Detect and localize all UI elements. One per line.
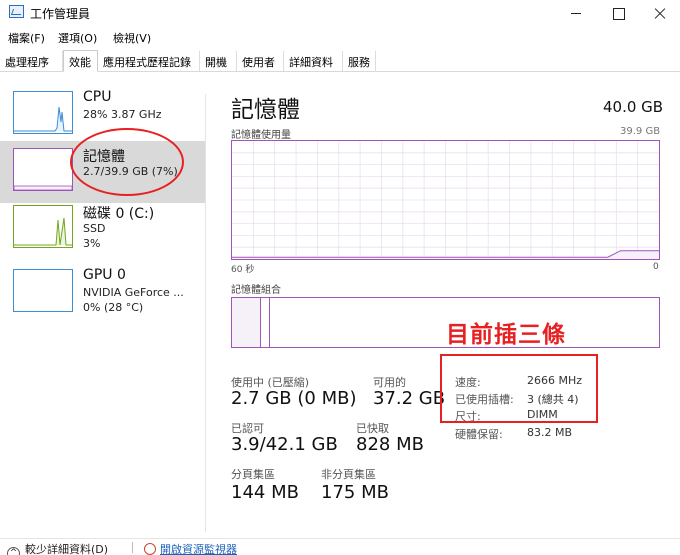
bottom-bar: ^ 較少詳細資料(D) 開啟資源監視器 <box>0 538 680 555</box>
resource-monitor-link[interactable]: 開啟資源監視器 <box>144 541 237 555</box>
cpu-mini-chart <box>14 106 72 132</box>
task-manager-icon <box>9 5 24 18</box>
memory-usage-label: 記憶體使用量 <box>231 130 291 141</box>
memory-composition-label: 記憶體組合 <box>231 285 281 296</box>
memory-total: 40.0 GB <box>603 98 664 116</box>
sidebar-item-title: 磁碟 0 (C:) <box>83 206 155 222</box>
memory-thumbnail-graph <box>13 148 73 191</box>
disk-mini-chart <box>14 217 72 246</box>
tab-app-history[interactable]: 應用程式歷程記錄 <box>98 51 200 71</box>
available-value: 37.2 GB <box>373 388 446 409</box>
resource-monitor-icon <box>144 543 156 555</box>
annotation-text: 目前插三條 <box>446 322 566 348</box>
memory-composition-modified <box>261 298 270 347</box>
sidebar-item-detail: NVIDIA GeForce ... <box>83 286 184 299</box>
performance-sidebar: CPU 28% 3.87 GHz 記憶體 2.7/39.9 GB (7%) 磁碟… <box>0 84 205 324</box>
maximize-button[interactable] <box>598 2 638 24</box>
menu-file[interactable]: 檔案(F) <box>8 30 45 46</box>
tab-startup[interactable]: 開機 <box>200 51 237 71</box>
sidebar-item-disk[interactable]: 磁碟 0 (C:) SSD 3% <box>0 198 205 260</box>
window-title: 工作管理員 <box>30 7 91 21</box>
menu-options[interactable]: 選項(O) <box>58 30 97 46</box>
panel-divider <box>205 94 206 532</box>
graph-time-label: 60 秒 <box>231 265 255 275</box>
tab-details[interactable]: 詳細資料 <box>284 51 343 71</box>
memory-usage-graph <box>231 140 660 260</box>
resource-monitor-label: 開啟資源監視器 <box>160 543 237 555</box>
sidebar-item-detail: 28% 3.87 GHz <box>83 108 162 121</box>
disk-thumbnail-graph <box>13 205 73 248</box>
sidebar-item-gpu[interactable]: GPU 0 NVIDIA GeForce ... 0% (28 °C) <box>0 262 205 324</box>
sidebar-item-detail-secondary: 0% (28 °C) <box>83 301 144 314</box>
sidebar-item-detail-secondary: 3% <box>83 237 101 250</box>
paged-pool-label: 分頁集區 <box>231 468 275 481</box>
sidebar-item-title: GPU 0 <box>83 267 126 283</box>
minimize-button[interactable] <box>556 2 596 24</box>
memory-composition-in-use <box>232 298 261 347</box>
paged-pool-value: 144 MB <box>231 482 299 503</box>
nonpaged-pool-label: 非分頁集區 <box>321 468 376 481</box>
chevron-up-icon: ^ <box>7 547 20 555</box>
fewer-details-button[interactable]: ^ 較少詳細資料(D) <box>7 541 108 555</box>
close-button[interactable] <box>640 2 680 24</box>
tab-users[interactable]: 使用者 <box>237 51 284 71</box>
details-highlight-box <box>440 354 598 423</box>
hardware-reserved-label: 硬體保留: <box>455 428 503 441</box>
memory-max-label: 39.9 GB <box>620 126 661 137</box>
cached-value: 828 MB <box>356 434 424 455</box>
graph-zero-label: 0 <box>653 262 659 272</box>
sidebar-item-title: CPU <box>83 89 112 105</box>
in-use-value: 2.7 GB (0 MB) <box>231 388 357 409</box>
sidebar-item-detail: SSD <box>83 222 106 235</box>
tab-performance[interactable]: 效能 <box>63 50 98 72</box>
fewer-details-label: 較少詳細資料(D) <box>25 543 109 555</box>
tab-strip: 處理程序 效能 應用程式歷程記錄 開機 使用者 詳細資料 服務 <box>0 50 680 72</box>
memory-highlight-oval <box>70 128 184 196</box>
tab-processes[interactable]: 處理程序 <box>0 51 63 71</box>
memory-title: 記憶體 <box>231 97 300 123</box>
hardware-reserved-value: 83.2 MB <box>527 426 573 439</box>
memory-mini-chart <box>13 185 73 191</box>
memory-graph-grid <box>232 141 659 259</box>
tab-services[interactable]: 服務 <box>343 51 376 71</box>
committed-value: 3.9/42.1 GB <box>231 434 338 455</box>
cpu-thumbnail-graph <box>13 91 73 134</box>
menu-view[interactable]: 檢視(V) <box>113 30 151 46</box>
memory-usage-chart <box>232 141 659 259</box>
title-bar: 工作管理員 <box>0 0 680 26</box>
bottom-separator <box>132 542 133 553</box>
gpu-thumbnail-graph <box>13 269 73 312</box>
nonpaged-pool-value: 175 MB <box>321 482 389 503</box>
